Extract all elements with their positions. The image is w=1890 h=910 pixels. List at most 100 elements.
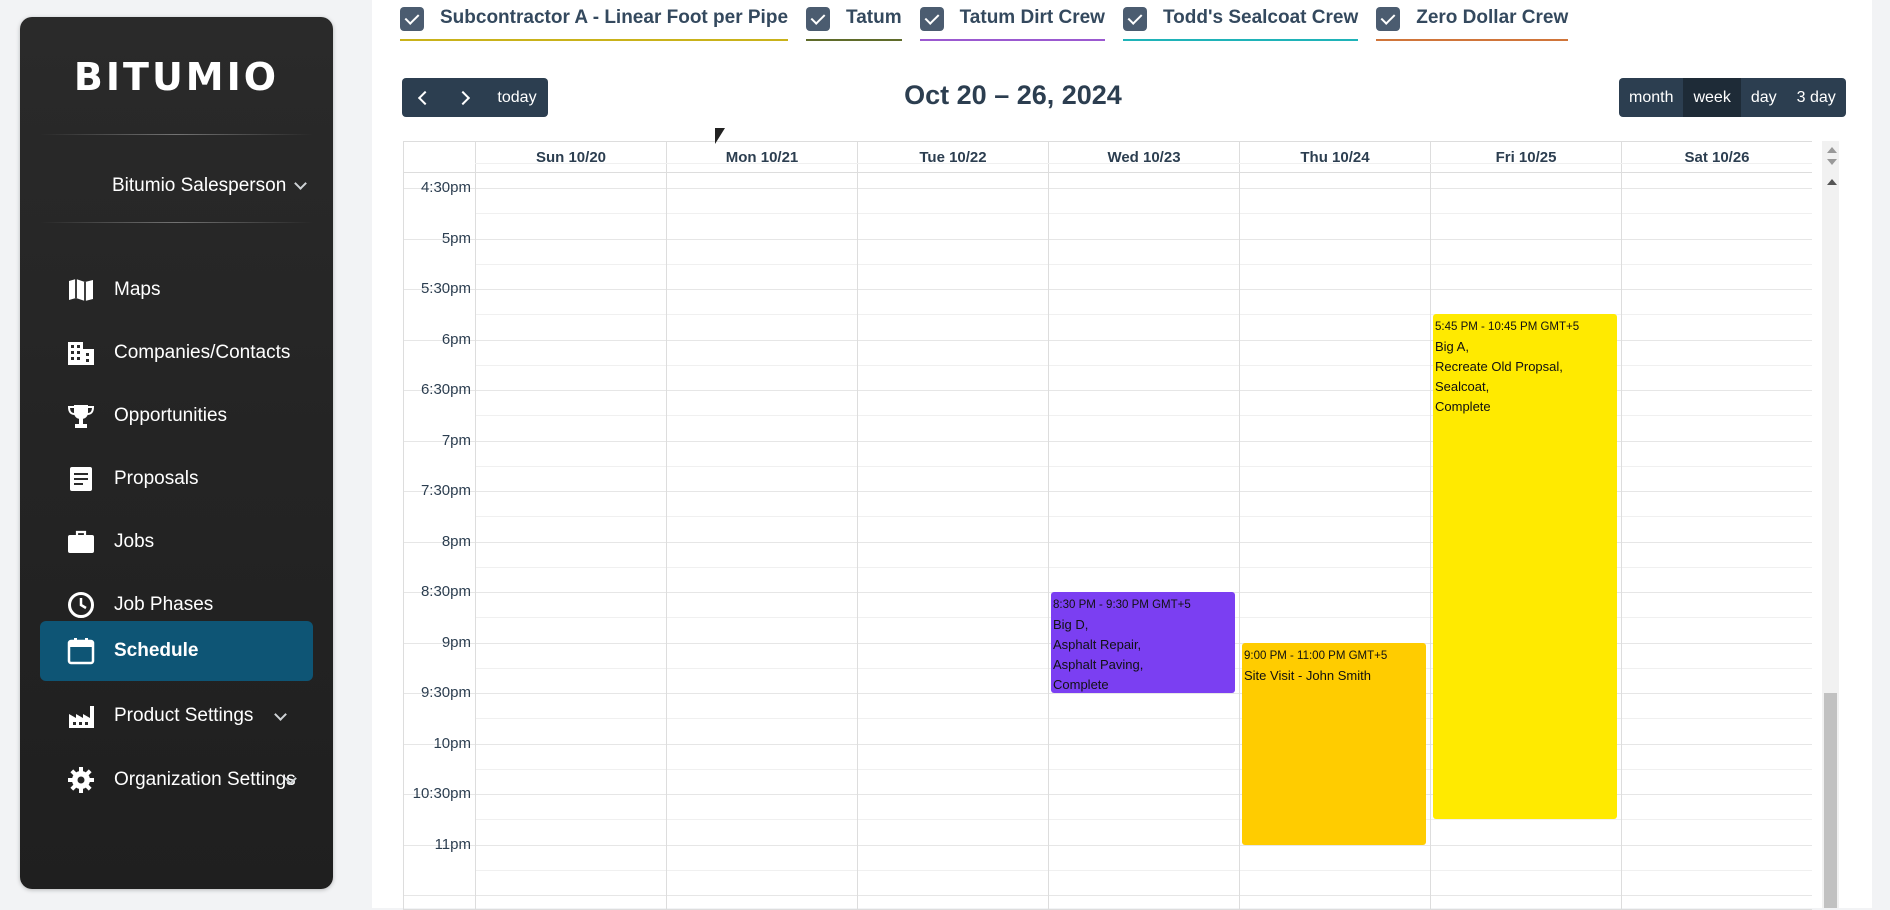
week-calendar: Sun 10/20 Mon 10/21 Tue 10/22 Wed 10/23 … (403, 141, 1812, 910)
user-name: Bitumio Salesperson (112, 175, 287, 196)
sidebar-item-opportunities[interactable]: Opportunities (40, 386, 313, 446)
filter-tatum-dirt-crew[interactable]: Tatum Dirt Crew (919, 7, 1105, 41)
scroll-down-icon[interactable] (1827, 159, 1837, 165)
day-header: Tue 10/22 (857, 142, 1048, 172)
sidebar-item-label: Jobs (114, 531, 155, 552)
time-label: 7pm (441, 431, 471, 449)
calendar-scrollbar[interactable] (1822, 141, 1839, 908)
sidebar-item-maps[interactable]: Maps (40, 260, 313, 320)
calendar-title: Oct 20 – 26, 2024 (904, 80, 1122, 110)
filter-zero-dollar-crew[interactable]: Zero Dollar Crew (1376, 7, 1569, 41)
day-column-line (1048, 173, 1049, 909)
day-column-line (666, 173, 667, 909)
briefcase-icon (66, 527, 96, 557)
scrollbar-thumb[interactable] (1824, 693, 1837, 908)
check-icon (404, 10, 420, 25)
time-label: 10pm (433, 734, 471, 752)
checkbox[interactable] (919, 7, 944, 31)
sidebar-item-product-settings[interactable]: Product Settings (40, 686, 313, 746)
slot-line (475, 819, 1812, 821)
main-panel: Subcontractor A - Linear Foot per Pipe T… (372, 0, 1872, 910)
day-column-line (475, 173, 476, 909)
filter-label: Zero Dollar Crew (1416, 7, 1569, 28)
slot-line (475, 213, 1812, 215)
resource-filters: Subcontractor A - Linear Foot per Pipe T… (400, 7, 1586, 41)
sidebar-item-label: Maps (114, 279, 161, 300)
date-navigation: today (402, 78, 548, 117)
filter-label: Subcontractor A - Linear Foot per Pipe (440, 7, 789, 28)
chevron-down-icon (274, 708, 287, 721)
view-day-button[interactable]: day (1741, 78, 1787, 117)
time-label: 10:30pm (412, 785, 471, 802)
sidebar-item-jobs[interactable]: Jobs (40, 512, 313, 572)
slot-line (404, 238, 1812, 240)
view-3day-button[interactable]: 3 day (1787, 78, 1846, 117)
calendar-event[interactable]: 8:30 PM - 9:30 PM GMT+5 Big D, Asphalt Re… (1051, 592, 1235, 693)
slot-line (404, 289, 1812, 290)
scroll-up-icon[interactable] (1827, 147, 1837, 153)
trophy-icon (66, 401, 96, 431)
today-button[interactable]: today (486, 78, 548, 117)
time-label: 11pm (434, 835, 471, 853)
sidebar-item-label: Organization Settings (114, 769, 296, 790)
view-week-button[interactable]: week (1683, 78, 1741, 117)
checkbox[interactable] (400, 7, 424, 31)
sidebar-item-schedule[interactable]: Schedule (40, 621, 313, 681)
check-icon (924, 10, 940, 25)
building-icon (66, 338, 96, 368)
sidebar: BITUMIO Bitumio Salesperson Maps Compani… (20, 17, 333, 889)
sidebar-item-label: Companies/Contacts (114, 342, 291, 363)
sidebar-item-companies-contacts[interactable]: Companies/Contacts (40, 323, 313, 383)
sidebar-item-label: Opportunities (114, 405, 228, 426)
day-header: Wed 10/23 (1048, 142, 1239, 172)
prev-button[interactable] (402, 78, 444, 117)
event-time: 8:30 PM - 9:30 PM GMT+5 (1053, 599, 1191, 611)
time-axis-header (404, 142, 475, 172)
checkbox[interactable] (1376, 7, 1401, 31)
filter-subcontractor-a[interactable]: Subcontractor A - Linear Foot per Pipe (400, 7, 789, 41)
filter-tatum[interactable]: Tatum (806, 7, 902, 41)
brand-logo: BITUMIO (73, 55, 280, 99)
day-header: Thu 10/24 (1239, 142, 1430, 172)
time-label: 5:30pm (420, 280, 471, 297)
time-label: 8pm (441, 532, 471, 550)
user-menu[interactable]: Bitumio Salesperson (112, 175, 308, 197)
checkbox[interactable] (1122, 7, 1147, 31)
clock-icon (66, 590, 96, 620)
sidebar-item-organization-settings[interactable]: Organization Settings (40, 750, 313, 810)
calendar-event[interactable]: 5:45 PM - 10:45 PM GMT+5 Big A, Recreate … (1433, 314, 1617, 820)
event-title: Site Visit - John Smith (1244, 667, 1371, 683)
document-icon (66, 464, 96, 494)
calendar-event[interactable]: 9:00 PM - 11:00 PM GMT+5 Site Visit - Joh… (1242, 642, 1426, 845)
time-label: 7:30pm (420, 482, 471, 499)
event-time: 5:45 PM - 10:45 PM GMT+5 (1435, 321, 1580, 334)
day-header-row: Sun 10/20 Mon 10/21 Tue 10/22 Wed 10/23 … (404, 142, 1812, 173)
day-column-line (1621, 173, 1622, 909)
filter-label: Todd's Sealcoat Crew (1162, 7, 1359, 28)
time-label: 9pm (441, 633, 471, 651)
slot-line (404, 844, 1812, 846)
sidebar-item-proposals[interactable]: Proposals (40, 449, 313, 509)
filter-todds-sealcoat-crew[interactable]: Todd's Sealcoat Crew (1122, 7, 1359, 41)
checkbox[interactable] (806, 7, 831, 31)
check-icon (1127, 10, 1143, 25)
sidebar-item-label: Schedule (114, 640, 199, 661)
scroll-up-icon[interactable] (1827, 179, 1837, 185)
slot-line (475, 263, 1812, 265)
chevron-down-icon (294, 177, 308, 190)
time-label: 8:30pm (420, 583, 471, 600)
time-grid[interactable]: 4:30pm 5pm 5:30pm 6pm 6:30pm 7pm 7:30pm 8pm 8:30… (404, 162, 1812, 909)
event-title: Big D, Asphalt Repair, Asphalt Paving, C… (1053, 617, 1144, 692)
slot-line (404, 188, 1812, 189)
check-icon (1380, 10, 1396, 25)
time-label: 6pm (441, 330, 471, 348)
filter-label: Tatum Dirt Crew (959, 7, 1105, 28)
chevron-right-icon (455, 90, 471, 105)
slot-line (404, 895, 1812, 896)
next-button[interactable] (444, 78, 486, 117)
sidebar-item-label: Proposals (114, 468, 199, 489)
view-month-button[interactable]: month (1619, 78, 1683, 117)
time-label: 5pm (441, 229, 471, 247)
sidebar-item-label: Product Settings (114, 705, 254, 726)
time-label: 9:30pm (420, 684, 471, 701)
